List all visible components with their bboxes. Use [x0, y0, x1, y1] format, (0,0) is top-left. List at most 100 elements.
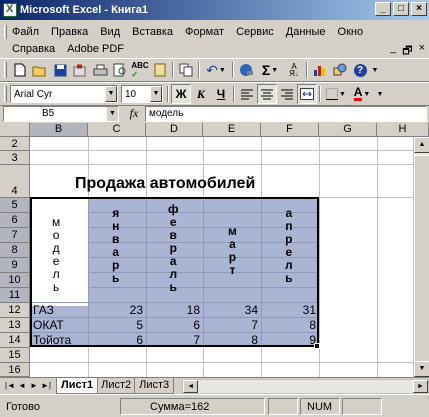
research-button[interactable] [150, 60, 170, 80]
font-size-select[interactable]: 10 ▼ [121, 85, 163, 103]
align-right-button[interactable] [277, 84, 297, 104]
font-name-select[interactable]: Arial Cyr ▼ [10, 85, 118, 103]
sort-ascending-button[interactable]: А Я↓ [284, 60, 304, 80]
header-cell-month-1[interactable]: январь [112, 207, 119, 285]
row-header-9[interactable]: 9 [0, 258, 30, 273]
header-cell-month-4[interactable]: апрель [285, 207, 293, 285]
underline-button[interactable]: Ч [211, 84, 231, 104]
menu-window[interactable]: Окно [332, 26, 370, 38]
row-header-5[interactable]: 5 [0, 198, 30, 213]
toolbar-options-button[interactable]: ▼ [370, 60, 380, 80]
row-header-4[interactable]: 4 [0, 165, 30, 198]
cell-c13[interactable]: 5 [90, 319, 143, 332]
column-header-e[interactable]: E [203, 123, 261, 137]
insert-function-icon[interactable]: fx [123, 106, 145, 121]
italic-button[interactable]: К [191, 84, 211, 104]
row-header-2[interactable]: 2 [0, 137, 30, 151]
copy-button[interactable] [176, 60, 196, 80]
menu-file[interactable]: Файл [12, 26, 45, 38]
cell-e13[interactable]: 7 [205, 319, 258, 332]
merge-center-button[interactable] [297, 84, 317, 104]
borders-button[interactable]: ▼ [323, 84, 349, 104]
cell-c14[interactable]: 6 [90, 334, 143, 347]
vertical-scroll-thumb[interactable] [414, 155, 429, 375]
vertical-scrollbar[interactable]: ▲ ▼ [413, 137, 429, 377]
cell-c12[interactable]: 23 [90, 304, 143, 317]
align-left-button[interactable] [237, 84, 257, 104]
header-cell-month-3[interactable]: март [228, 225, 237, 277]
menu-tools[interactable]: Сервис [230, 26, 280, 38]
drawing-button[interactable] [330, 60, 350, 80]
menu-adobe-pdf[interactable]: Adobe PDF [61, 43, 130, 55]
cell-f13[interactable]: 8 [263, 319, 316, 332]
hyperlink-button[interactable] [236, 60, 256, 80]
help-button[interactable]: ? [350, 60, 370, 80]
row-header-14[interactable]: 14 [0, 333, 30, 348]
scroll-right-button[interactable]: ► [413, 379, 428, 393]
spelling-button[interactable]: ABC ✓ [130, 60, 150, 80]
scroll-left-button[interactable]: ◄ [183, 379, 199, 393]
worksheet-grid[interactable]: B C D E F G H 2 3 4 5 6 7 8 9 10 11 12 1… [0, 123, 429, 377]
scroll-up-button[interactable]: ▲ [414, 137, 429, 153]
header-cell-month-2[interactable]: февраль [168, 203, 179, 294]
toolbar-grip[interactable] [4, 62, 7, 78]
minimize-button[interactable]: _ [375, 2, 391, 16]
select-all-corner[interactable] [0, 123, 30, 137]
row-header-3[interactable]: 3 [0, 151, 30, 165]
menu-edit[interactable]: Правка [45, 26, 94, 38]
menu-insert[interactable]: Вставка [126, 26, 179, 38]
menubar-grip[interactable] [4, 24, 7, 39]
font-color-button[interactable]: A ▼ [349, 84, 375, 104]
cell-d12[interactable]: 18 [148, 304, 200, 317]
horizontal-scrollbar[interactable]: ◄ ► [182, 378, 429, 394]
name-box[interactable]: B5 ▼ [3, 105, 119, 122]
close-button[interactable]: × [411, 2, 427, 16]
open-button[interactable] [30, 60, 50, 80]
sheet-tab-1[interactable]: Лист1 [56, 378, 99, 394]
cell-b13[interactable]: ОКАТ [33, 319, 64, 332]
menu-view[interactable]: Вид [94, 26, 126, 38]
align-center-button[interactable] [257, 84, 277, 104]
header-cell-model[interactable]: модель [52, 216, 60, 294]
active-cell-b5[interactable] [32, 199, 89, 306]
row-header-11[interactable]: 11 [0, 288, 30, 303]
menu-data[interactable]: Данные [280, 26, 332, 38]
row-header-16[interactable]: 16 [0, 363, 30, 377]
cell-b14[interactable]: Тойота [33, 334, 71, 347]
row-header-10[interactable]: 10 [0, 273, 30, 288]
new-button[interactable] [10, 60, 30, 80]
row-header-7[interactable]: 7 [0, 228, 30, 243]
column-header-f[interactable]: F [261, 123, 319, 137]
chart-wizard-button[interactable] [310, 60, 330, 80]
toolbar-grip[interactable] [4, 86, 7, 102]
undo-button[interactable]: ↶ ▼ [202, 60, 230, 80]
column-header-h[interactable]: H [377, 123, 429, 137]
last-sheet-button[interactable]: ►| [40, 379, 52, 393]
cell-f12[interactable]: 31 [263, 304, 316, 317]
toolbar-options-button[interactable]: ▼ [375, 84, 385, 104]
column-header-c[interactable]: C [88, 123, 146, 137]
cell-d14[interactable]: 7 [148, 334, 200, 347]
row-header-8[interactable]: 8 [0, 243, 30, 258]
sheet-tab-3[interactable]: Лист3 [134, 378, 175, 394]
fill-handle[interactable] [314, 343, 320, 349]
row-header-12[interactable]: 12 [0, 303, 30, 318]
sheet-title[interactable]: Продажа автомобилей [75, 175, 255, 193]
excel-app-icon[interactable] [3, 3, 17, 17]
next-sheet-button[interactable]: ► [28, 379, 40, 393]
save-button[interactable] [50, 60, 70, 80]
scroll-down-button[interactable]: ▼ [414, 361, 429, 377]
cell-e12[interactable]: 34 [205, 304, 258, 317]
bold-button[interactable]: Ж [171, 84, 191, 104]
column-header-d[interactable]: D [146, 123, 203, 137]
cell-f14[interactable]: 9 [263, 334, 316, 347]
column-header-g[interactable]: G [319, 123, 377, 137]
permission-button[interactable] [70, 60, 90, 80]
print-button[interactable] [90, 60, 110, 80]
column-header-b[interactable]: B [30, 123, 88, 137]
prev-sheet-button[interactable]: ◄ [16, 379, 28, 393]
menu-help[interactable]: Справка [12, 43, 61, 55]
formula-input[interactable]: модель [145, 105, 427, 122]
cell-e14[interactable]: 8 [205, 334, 258, 347]
cell-b12[interactable]: ГАЗ [33, 304, 54, 317]
